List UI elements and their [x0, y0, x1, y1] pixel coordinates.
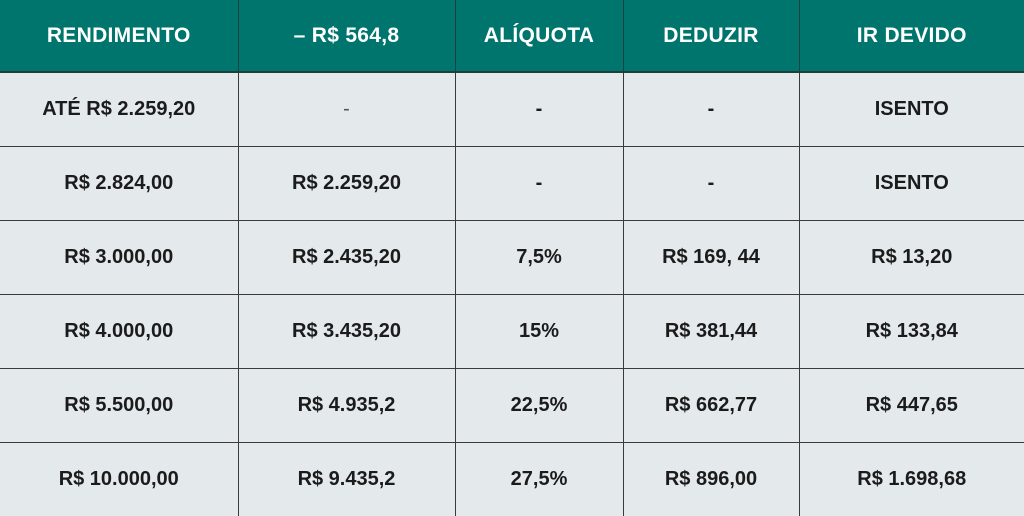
- cell-ir-devido: R$ 13,20: [799, 220, 1024, 295]
- header-ir-devido: IR DEVIDO: [799, 0, 1024, 73]
- table-row: R$ 10.000,00 R$ 9.435,2 27,5% R$ 896,00 …: [0, 442, 1024, 516]
- cell-rendimento: R$ 3.000,00: [0, 220, 239, 295]
- cell-aliquota: -: [455, 146, 624, 221]
- header-rendimento: RENDIMENTO: [0, 0, 239, 73]
- cell-rendimento: R$ 10.000,00: [0, 442, 239, 516]
- cell-aliquota: 27,5%: [455, 442, 624, 516]
- cell-ir-devido: ISENTO: [799, 146, 1024, 221]
- table-row: R$ 3.000,00 R$ 2.435,20 7,5% R$ 169, 44 …: [0, 220, 1024, 295]
- cell-aliquota: 22,5%: [455, 368, 624, 443]
- cell-deduzir: -: [623, 72, 800, 147]
- header-aliquota: ALÍQUOTA: [455, 0, 624, 73]
- cell-rendimento: R$ 2.824,00: [0, 146, 239, 221]
- cell-aliquota: 7,5%: [455, 220, 624, 295]
- table-row: ATÉ R$ 2.259,20 - - - ISENTO: [0, 72, 1024, 147]
- table-row: R$ 4.000,00 R$ 3.435,20 15% R$ 381,44 R$…: [0, 294, 1024, 369]
- cell-deduzir: R$ 169, 44: [623, 220, 800, 295]
- cell-base: -: [238, 72, 456, 147]
- cell-rendimento: R$ 4.000,00: [0, 294, 239, 369]
- cell-base: R$ 4.935,2: [238, 368, 456, 443]
- cell-rendimento: ATÉ R$ 2.259,20: [0, 72, 239, 147]
- header-deduction-amount: – R$ 564,8: [238, 0, 456, 73]
- table-row: R$ 5.500,00 R$ 4.935,2 22,5% R$ 662,77 R…: [0, 368, 1024, 443]
- cell-ir-devido: R$ 1.698,68: [799, 442, 1024, 516]
- cell-aliquota: 15%: [455, 294, 624, 369]
- cell-rendimento: R$ 5.500,00: [0, 368, 239, 443]
- income-tax-table: RENDIMENTO – R$ 564,8 ALÍQUOTA DEDUZIR I…: [0, 0, 1024, 516]
- cell-ir-devido: R$ 447,65: [799, 368, 1024, 443]
- cell-base: R$ 9.435,2: [238, 442, 456, 516]
- cell-base: R$ 2.435,20: [238, 220, 456, 295]
- header-deduzir: DEDUZIR: [623, 0, 800, 73]
- cell-ir-devido: ISENTO: [799, 72, 1024, 147]
- cell-base: R$ 3.435,20: [238, 294, 456, 369]
- cell-base: R$ 2.259,20: [238, 146, 456, 221]
- table-row: R$ 2.824,00 R$ 2.259,20 - - ISENTO: [0, 146, 1024, 221]
- table-body: ATÉ R$ 2.259,20 - - - ISENTO R$ 2.824,00…: [0, 72, 1024, 516]
- cell-deduzir: -: [623, 146, 800, 221]
- header-row: RENDIMENTO – R$ 564,8 ALÍQUOTA DEDUZIR I…: [0, 0, 1024, 73]
- cell-deduzir: R$ 896,00: [623, 442, 800, 516]
- table-header: RENDIMENTO – R$ 564,8 ALÍQUOTA DEDUZIR I…: [0, 0, 1024, 73]
- cell-aliquota: -: [455, 72, 624, 147]
- cell-ir-devido: R$ 133,84: [799, 294, 1024, 369]
- cell-deduzir: R$ 662,77: [623, 368, 800, 443]
- cell-deduzir: R$ 381,44: [623, 294, 800, 369]
